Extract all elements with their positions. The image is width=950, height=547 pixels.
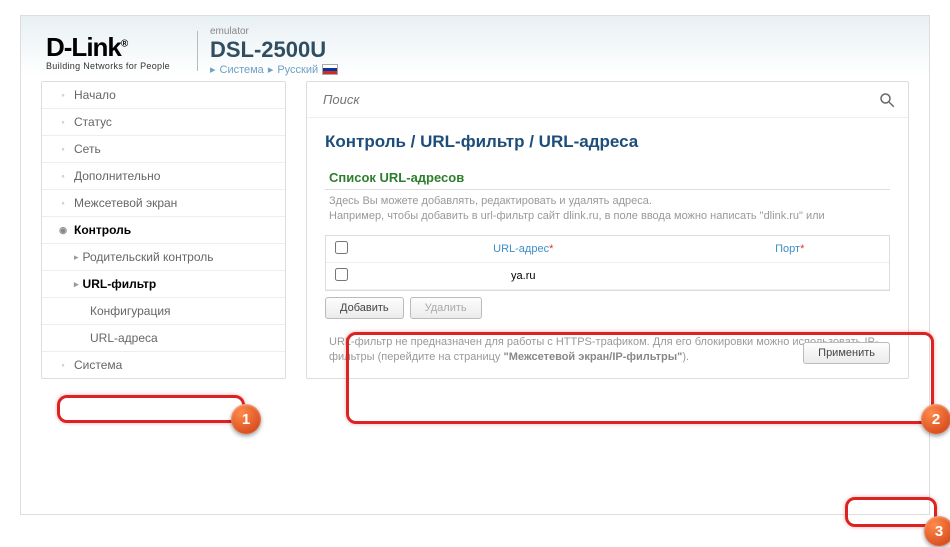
expand-icon: ◦ [58, 90, 68, 100]
sidebar-item-advanced[interactable]: ◦Дополнительно [42, 163, 285, 190]
expand-icon: ◦ [58, 360, 68, 370]
logo-text: D-Link® [46, 32, 170, 63]
table-th-check [326, 236, 356, 263]
table-th-url: URL-адрес* [356, 236, 691, 263]
sidebar-item-parental[interactable]: ▸Родительский контроль [42, 244, 285, 271]
logo-tagline: Building Networks for People [46, 61, 170, 71]
divider [197, 31, 198, 71]
chevron-right-icon: ▸ [74, 279, 79, 290]
sidebar-item-firewall[interactable]: ◦Межсетевой экран [42, 190, 285, 217]
header: D-Link® Building Networks for People emu… [21, 16, 929, 81]
chevron-right-icon: ▸ [74, 252, 79, 263]
row-checkbox[interactable] [335, 268, 348, 281]
annotation-highlight-1 [57, 395, 245, 423]
annotation-badge-2: 2 [921, 404, 950, 434]
delete-button[interactable]: Удалить [410, 297, 482, 319]
expand-icon: ◦ [58, 198, 68, 208]
select-all-checkbox[interactable] [335, 241, 348, 254]
section-title: Список URL-адресов [325, 162, 890, 190]
sidebar-item-config[interactable]: Конфигурация [42, 298, 285, 325]
sidebar-item-control[interactable]: ◉Контроль [42, 217, 285, 244]
sidebar-item-url-addresses[interactable]: URL-адреса [42, 325, 285, 352]
search-icon[interactable] [878, 91, 896, 109]
expand-icon: ◦ [58, 171, 68, 181]
emulator-label: emulator [210, 26, 338, 37]
lang-link[interactable]: Русский [277, 64, 318, 76]
apply-button[interactable]: Применить [803, 342, 890, 364]
sidebar-item-url-filter[interactable]: ▸URL-фильтр [42, 271, 285, 298]
expand-icon: ◦ [58, 117, 68, 127]
model-block: emulator DSL-2500U ▸ Система ▸ Русский [210, 26, 338, 76]
annotation-highlight-3 [845, 497, 937, 527]
collapse-icon: ◉ [58, 225, 68, 235]
chevron-right-icon: ▸ [268, 63, 274, 76]
sidebar-item-system[interactable]: ◦Система [42, 352, 285, 378]
sidebar-item-network[interactable]: ◦Сеть [42, 136, 285, 163]
table-row[interactable]: ya.ru [326, 262, 889, 289]
content-panel: Контроль / URL-фильтр / URL-адреса Списо… [306, 81, 909, 379]
help-text: Здесь Вы можете добавлять, редактировать… [325, 190, 890, 225]
logo: D-Link® Building Networks for People [46, 32, 170, 71]
add-button[interactable]: Добавить [325, 297, 404, 319]
search-input[interactable] [319, 88, 878, 111]
sidebar-item-status[interactable]: ◦Статус [42, 109, 285, 136]
chevron-right-icon: ▸ [210, 63, 216, 76]
row-url: ya.ru [356, 262, 691, 289]
annotation-badge-1: 1 [231, 404, 261, 434]
url-table: URL-адрес* Порт* ya.ru [325, 235, 890, 291]
expand-icon: ◦ [58, 144, 68, 154]
model-label: DSL-2500U [210, 37, 338, 63]
breadcrumb: Контроль / URL-фильтр / URL-адреса [307, 118, 908, 162]
table-th-port: Порт* [691, 236, 890, 263]
sidebar: ◦Начало ◦Статус ◦Сеть ◦Дополнительно ◦Ме… [41, 81, 286, 379]
search-box [307, 82, 908, 118]
sidebar-item-start[interactable]: ◦Начало [42, 82, 285, 109]
row-port [691, 262, 890, 289]
annotation-badge-3: 3 [924, 516, 950, 546]
lang-row: ▸ Система ▸ Русский [210, 63, 338, 76]
system-link[interactable]: Система [220, 64, 264, 76]
flag-ru-icon [322, 64, 338, 75]
